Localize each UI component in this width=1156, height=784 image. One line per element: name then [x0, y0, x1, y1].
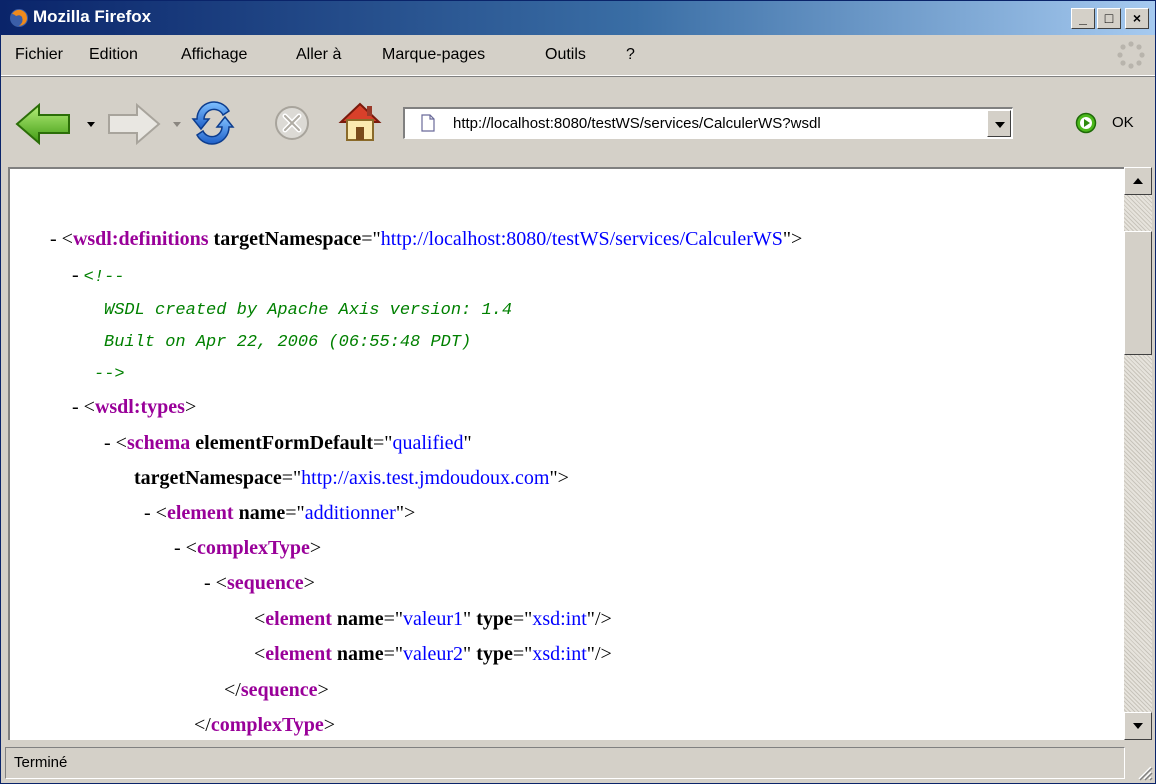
tag-name: complexType: [210, 714, 324, 736]
status-text: Terminé: [14, 754, 68, 771]
scroll-up-button[interactable]: [1124, 167, 1152, 195]
resize-grip-icon[interactable]: [1135, 763, 1153, 781]
menu-aller-a[interactable]: Aller à: [296, 46, 341, 64]
url-history-dropdown[interactable]: [987, 110, 1011, 137]
throbber-icon: [1117, 41, 1145, 69]
chevron-down-icon: [995, 122, 1005, 128]
menu-marque-pages[interactable]: Marque-pages: [382, 46, 485, 64]
attr-name: targetNamespace: [208, 228, 362, 250]
close-button[interactable]: ×: [1125, 8, 1149, 29]
xml-document-view: - <wsdl:definitions targetNamespace="htt…: [8, 167, 1124, 740]
tag-close: ">: [782, 228, 803, 250]
arrow-up-icon: [1133, 178, 1143, 184]
tag-close: ">: [549, 467, 569, 489]
menu-bar: Fichier Edition Affichage Aller à Marque…: [1, 35, 1155, 76]
scroll-down-button[interactable]: [1124, 712, 1152, 740]
attr-value: valeur2: [403, 643, 464, 665]
firefox-logo-icon: [10, 9, 28, 27]
attr-value: xsd:int: [532, 643, 587, 665]
attr-value: http://localhost:8080/testWS/services/Ca…: [380, 228, 783, 250]
forward-dropdown-icon[interactable]: [173, 122, 181, 127]
home-icon[interactable]: [337, 100, 383, 144]
url-input[interactable]: http://localhost:8080/testWS/services/Ca…: [453, 115, 821, 132]
xml-line-complextype-close: </complexType>: [164, 689, 335, 740]
browser-window: Mozilla Firefox _ □ × Fichier Edition Af…: [0, 0, 1156, 784]
title-bar[interactable]: Mozilla Firefox _ □ ×: [1, 1, 1155, 35]
xml-line-definitions[interactable]: - <wsdl:definitions targetNamespace="htt…: [20, 203, 802, 275]
forward-arrow-icon[interactable]: [107, 102, 161, 146]
scrollbar-thumb[interactable]: [1124, 231, 1152, 355]
comment-text: Built on Apr 22, 2006 (06:55:48 PDT): [104, 333, 472, 352]
stop-icon[interactable]: [273, 104, 311, 142]
attr-quote: ": [463, 643, 472, 665]
status-pane: Terminé: [5, 747, 1125, 779]
attr-equals: =": [383, 643, 404, 665]
arrow-down-icon: [1133, 723, 1143, 729]
attr-name: type: [471, 643, 513, 665]
go-button[interactable]: OK: [1112, 114, 1134, 131]
address-bar[interactable]: http://localhost:8080/testWS/services/Ca…: [403, 107, 1013, 139]
vertical-scrollbar[interactable]: [1124, 167, 1152, 740]
tag-close: >: [323, 714, 336, 736]
menu-affichage[interactable]: Affichage: [181, 46, 247, 64]
menu-outils[interactable]: Outils: [545, 46, 586, 64]
window-title: Mozilla Firefox: [33, 7, 152, 26]
menu-help[interactable]: ?: [626, 46, 635, 64]
reload-icon[interactable]: [191, 99, 235, 147]
minimize-button[interactable]: _: [1071, 8, 1095, 29]
tag-close: "/>: [586, 643, 612, 665]
attr-equals: =": [361, 228, 381, 250]
xml-line-comment: Built on Apr 22, 2006 (06:55:48 PDT): [74, 304, 471, 379]
back-dropdown-icon[interactable]: [87, 122, 95, 127]
attr-equals: =": [512, 643, 533, 665]
attr-name: name: [331, 643, 384, 665]
back-arrow-icon[interactable]: [15, 102, 73, 146]
page-icon: [421, 114, 435, 132]
tag-close: ">: [395, 502, 416, 524]
navigation-toolbar: http://localhost:8080/testWS/services/Ca…: [1, 76, 1155, 167]
menu-edition[interactable]: Edition: [89, 46, 138, 64]
menu-fichier[interactable]: Fichier: [15, 46, 63, 64]
tag-open: </: [194, 714, 211, 736]
go-icon[interactable]: [1075, 112, 1097, 134]
status-bar: Terminé: [1, 741, 1155, 783]
maximize-button[interactable]: □: [1097, 8, 1121, 29]
